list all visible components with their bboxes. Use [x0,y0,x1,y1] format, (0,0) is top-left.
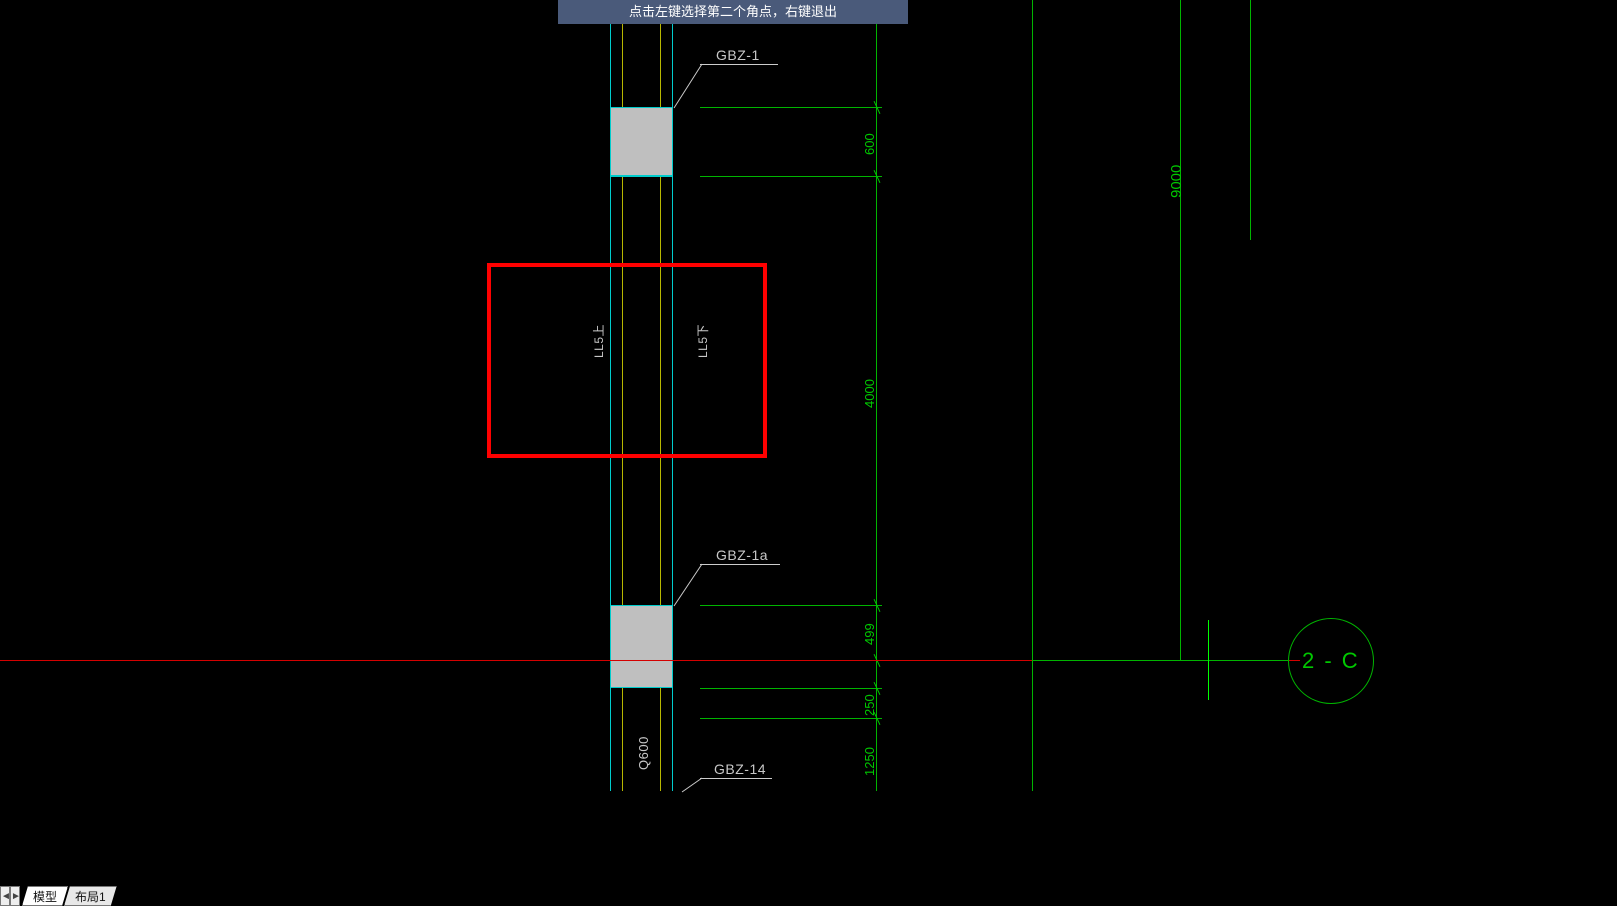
dim-ext-1250-top [700,718,882,719]
dim-ext-4000-bot [700,605,882,606]
edge [610,176,673,177]
leader-gbz1a-diag [674,564,702,611]
dim-ext-600-top [700,107,882,108]
tab-arrow-next-icon[interactable]: ► [10,886,20,906]
grid-corner-v [1208,620,1209,700]
dim-axis-9000 [1180,0,1181,660]
dim-600: 600 [862,133,877,155]
tab-model-label: 模型 [33,890,57,904]
label-gbz1: GBZ-1 [716,47,760,63]
leader-gbz1-diag [674,64,702,108]
dim-4000: 4000 [862,379,877,408]
cad-viewport: 点击左键选择第二个角点，右键退出 GBZ-1 GBZ-1a [0,0,1617,906]
tab-arrow-prev-icon[interactable]: ◄ [0,886,10,906]
grid-leader-h [1032,660,1288,661]
leader-gbz1-h [700,64,778,65]
prompt-bar: 点击左键选择第二个角点，右键退出 [558,0,908,24]
selection-rectangle[interactable] [487,263,767,458]
label-q600: Q600 [636,736,651,770]
drawing-canvas[interactable]: GBZ-1 GBZ-1a GBZ-14 LL5上 LL5下 Q600 600 4… [0,0,1617,906]
tab-layout1-label: 布局1 [75,890,106,904]
layout-tab-strip: ◄ ► 模型 布局1 [0,884,1617,906]
dim-1250: 1250 [862,747,877,776]
edge [610,107,673,108]
leader-gbz14-h [700,778,772,779]
label-gbz14: GBZ-14 [714,761,766,777]
dim-ext-250 [700,688,882,689]
prompt-text: 点击左键选择第二个角点，右键退出 [629,4,837,19]
dim-499: 499 [862,623,877,645]
grid-axis-rr [1250,0,1251,240]
grid-axis-v-far [1032,0,1033,791]
tab-model[interactable]: 模型 [22,886,68,906]
tab-layout1[interactable]: 布局1 [64,886,117,906]
dim-ext-600-bot [700,176,882,177]
label-gbz1a: GBZ-1a [716,547,768,563]
leader-gbz14-diag [682,778,702,797]
dim-9000: 9000 [1168,165,1185,198]
block-gbz1a-outline [610,605,673,688]
grid-label-2c: 2 - C [1302,648,1360,674]
block-gbz1-outline [610,107,673,176]
tab-arrows: ◄ ► [0,886,20,906]
leader-gbz1a-h [700,564,780,565]
